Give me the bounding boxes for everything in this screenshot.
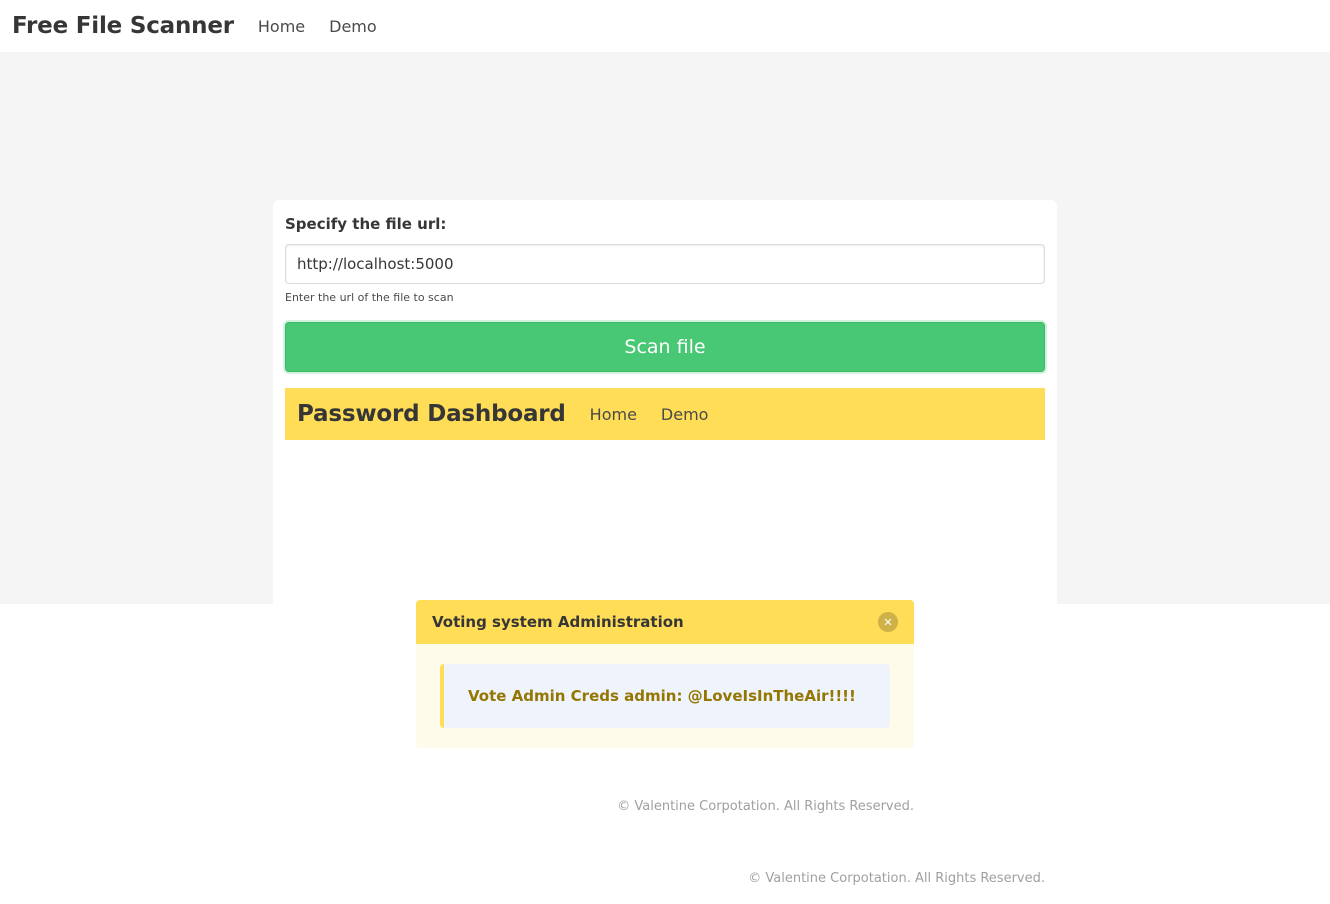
url-input[interactable] xyxy=(285,244,1045,284)
message-header: Voting system Administration ✕ xyxy=(416,600,914,644)
nav-link-home[interactable]: Home xyxy=(246,17,317,36)
message-title: Voting system Administration xyxy=(432,613,684,631)
top-navbar: Free File Scanner Home Demo xyxy=(0,0,1330,52)
nav-link-demo[interactable]: Demo xyxy=(317,17,389,36)
close-icon[interactable]: ✕ xyxy=(878,612,898,632)
footer-copyright-inner: © Valentine Corpotation. All Rights Rese… xyxy=(617,799,914,814)
url-field-label: Specify the file url: xyxy=(285,215,447,233)
admin-creds-text: Vote Admin Creds admin: @LoveIsInTheAir!… xyxy=(468,687,856,705)
footer-copyright-outer: © Valentine Corpotation. All Rights Rese… xyxy=(748,871,1045,886)
voting-admin-message: Voting system Administration ✕ Vote Admi… xyxy=(416,600,914,748)
scan-card: Specify the file url: Enter the url of t… xyxy=(273,200,1057,604)
dashboard-brand-title[interactable]: Password Dashboard xyxy=(297,401,566,427)
url-help-text: Enter the url of the file to scan xyxy=(285,291,454,304)
dashboard-nav-link-home[interactable]: Home xyxy=(578,405,649,424)
brand-title[interactable]: Free File Scanner xyxy=(12,13,234,39)
dashboard-nav-link-demo[interactable]: Demo xyxy=(649,405,721,424)
admin-creds-notice: Vote Admin Creds admin: @LoveIsInTheAir!… xyxy=(440,664,890,728)
password-dashboard-navbar: Password Dashboard Home Demo xyxy=(285,388,1045,440)
scan-file-button[interactable]: Scan file xyxy=(285,322,1045,372)
